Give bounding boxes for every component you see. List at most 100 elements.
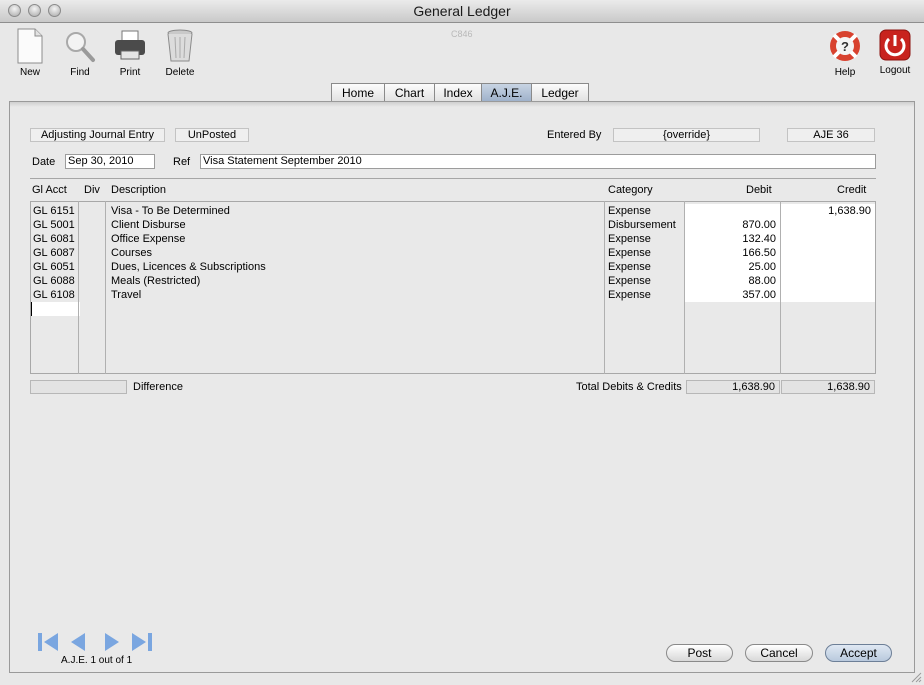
gl-acct-cell[interactable]: GL 6108 [33, 288, 79, 302]
table-row[interactable]: GL 6088 Meals (Restricted) Expense 88.00 [31, 274, 877, 288]
debit-cell[interactable]: 357.00 [685, 288, 780, 302]
description-cell[interactable]: Visa - To Be Determined [111, 204, 601, 218]
journal-entry-grid: GL 6151 Visa - To Be Determined Expense … [30, 201, 876, 374]
debit-cell[interactable]: 25.00 [685, 260, 780, 274]
col-category: Category [608, 184, 653, 196]
table-row[interactable]: GL 6081 Office Expense Expense 132.40 [31, 232, 877, 246]
ref-field[interactable]: Visa Statement September 2010 [200, 154, 876, 169]
lifebuoy-help-icon: ? [830, 31, 860, 61]
first-record-icon[interactable] [36, 631, 60, 653]
column-separator [780, 201, 781, 374]
description-cell[interactable]: Dues, Licences & Subscriptions [111, 260, 601, 274]
tab-aje[interactable]: A.J.E. [481, 83, 532, 101]
credit-cell[interactable] [781, 260, 875, 274]
previous-record-icon[interactable] [68, 631, 88, 653]
entry-type-box: Adjusting Journal Entry [30, 128, 165, 142]
toolbar: New Find Print Delete C846 ? Help Logout [0, 23, 924, 83]
table-row[interactable]: GL 5001 Client Disburse Disbursement 870… [31, 218, 877, 232]
category-cell: Disbursement [608, 219, 676, 231]
credit-cell[interactable] [781, 274, 875, 288]
date-field[interactable]: Sep 30, 2010 [65, 154, 155, 169]
debit-cell[interactable] [685, 204, 780, 218]
description-cell[interactable]: Courses [111, 246, 601, 260]
gl-acct-cell[interactable]: GL 6081 [33, 232, 79, 246]
power-icon [879, 29, 911, 61]
delete-button[interactable]: Delete [160, 27, 200, 78]
tab-bar: Home Chart Index A.J.E. Ledger [331, 83, 589, 102]
description-cell[interactable]: Client Disburse [111, 218, 601, 232]
last-record-icon[interactable] [130, 631, 154, 653]
ref-label: Ref [173, 156, 191, 168]
post-button[interactable]: Post [666, 644, 733, 662]
next-record-icon[interactable] [102, 631, 122, 653]
category-cell: Expense [608, 205, 651, 217]
trash-can-icon [167, 29, 193, 62]
credit-cell[interactable] [781, 288, 875, 302]
new-document-icon [17, 28, 43, 64]
printer-icon [115, 30, 145, 60]
table-row[interactable]: GL 6051 Dues, Licences & Subscriptions E… [31, 260, 877, 274]
resize-grip-icon[interactable] [910, 671, 922, 683]
col-credit: Credit [837, 184, 867, 196]
column-separator [604, 201, 605, 374]
magnifier-icon [66, 32, 95, 62]
entered-by-value: {override} [613, 128, 760, 142]
table-row[interactable]: GL 6087 Courses Expense 166.50 [31, 246, 877, 260]
category-cell: Expense [608, 261, 651, 273]
column-separator [684, 201, 685, 374]
category-cell: Expense [608, 275, 651, 287]
record-status: A.J.E. 1 out of 1 [61, 655, 133, 666]
gl-acct-cell[interactable]: GL 6088 [33, 274, 79, 288]
debit-cell[interactable]: 870.00 [685, 218, 780, 232]
panel-top-shade [10, 102, 914, 107]
category-cell: Expense [608, 289, 651, 301]
debit-cell[interactable]: 88.00 [685, 274, 780, 288]
col-gl-acct: Gl Acct [32, 184, 67, 196]
credit-cell[interactable] [781, 218, 875, 232]
print-button[interactable]: Print [110, 27, 150, 78]
date-label: Date [32, 156, 56, 168]
tab-ledger[interactable]: Ledger [531, 83, 589, 101]
find-button[interactable]: Find [60, 27, 100, 78]
table-row[interactable]: GL 6151 Visa - To Be Determined Expense … [31, 204, 877, 218]
gl-acct-cell[interactable]: GL 5001 [33, 218, 79, 232]
total-debits: 1,638.90 [686, 380, 780, 394]
gl-acct-cell[interactable]: GL 6087 [33, 246, 79, 260]
table-row[interactable]: GL 6108 Travel Expense 357.00 [31, 288, 877, 302]
window-title: General Ledger [413, 3, 511, 19]
difference-value [30, 380, 127, 394]
credit-cell[interactable] [781, 246, 875, 260]
tab-home[interactable]: Home [331, 83, 385, 101]
difference-label: Difference [133, 381, 183, 393]
svg-text:?: ? [841, 39, 849, 54]
col-description: Description [111, 184, 167, 196]
new-button[interactable]: New [10, 27, 50, 78]
credit-cell[interactable]: 1,638.90 [781, 204, 875, 218]
category-cell: Expense [608, 233, 651, 245]
totals-label: Total Debits & Credits [576, 381, 682, 393]
accept-button[interactable]: Accept [825, 644, 892, 662]
new-entry-row[interactable] [31, 302, 877, 316]
column-separator [78, 201, 79, 374]
col-debit: Debit [746, 184, 772, 196]
description-cell[interactable]: Travel [111, 288, 601, 302]
gl-acct-cell[interactable]: GL 6151 [33, 204, 79, 218]
gl-acct-cell[interactable]: GL 6051 [33, 260, 79, 274]
header-divider [30, 178, 876, 179]
total-credits: 1,638.90 [781, 380, 875, 394]
help-button[interactable]: ? Help [825, 27, 865, 78]
entry-id-box: AJE 36 [787, 128, 875, 142]
credit-cell[interactable] [781, 232, 875, 246]
debit-cell[interactable]: 166.50 [685, 246, 780, 260]
description-cell[interactable]: Office Expense [111, 232, 601, 246]
gl-acct-input[interactable] [31, 302, 80, 316]
status-box: UnPosted [175, 128, 249, 142]
tab-chart[interactable]: Chart [384, 83, 435, 101]
logout-label: Logout [879, 65, 911, 76]
description-cell[interactable]: Meals (Restricted) [111, 274, 601, 288]
tab-index[interactable]: Index [434, 83, 482, 101]
debit-cell[interactable]: 132.40 [685, 232, 780, 246]
logout-button[interactable]: Logout [875, 27, 915, 76]
cancel-button[interactable]: Cancel [745, 644, 813, 662]
entered-by-label: Entered By [547, 129, 602, 141]
